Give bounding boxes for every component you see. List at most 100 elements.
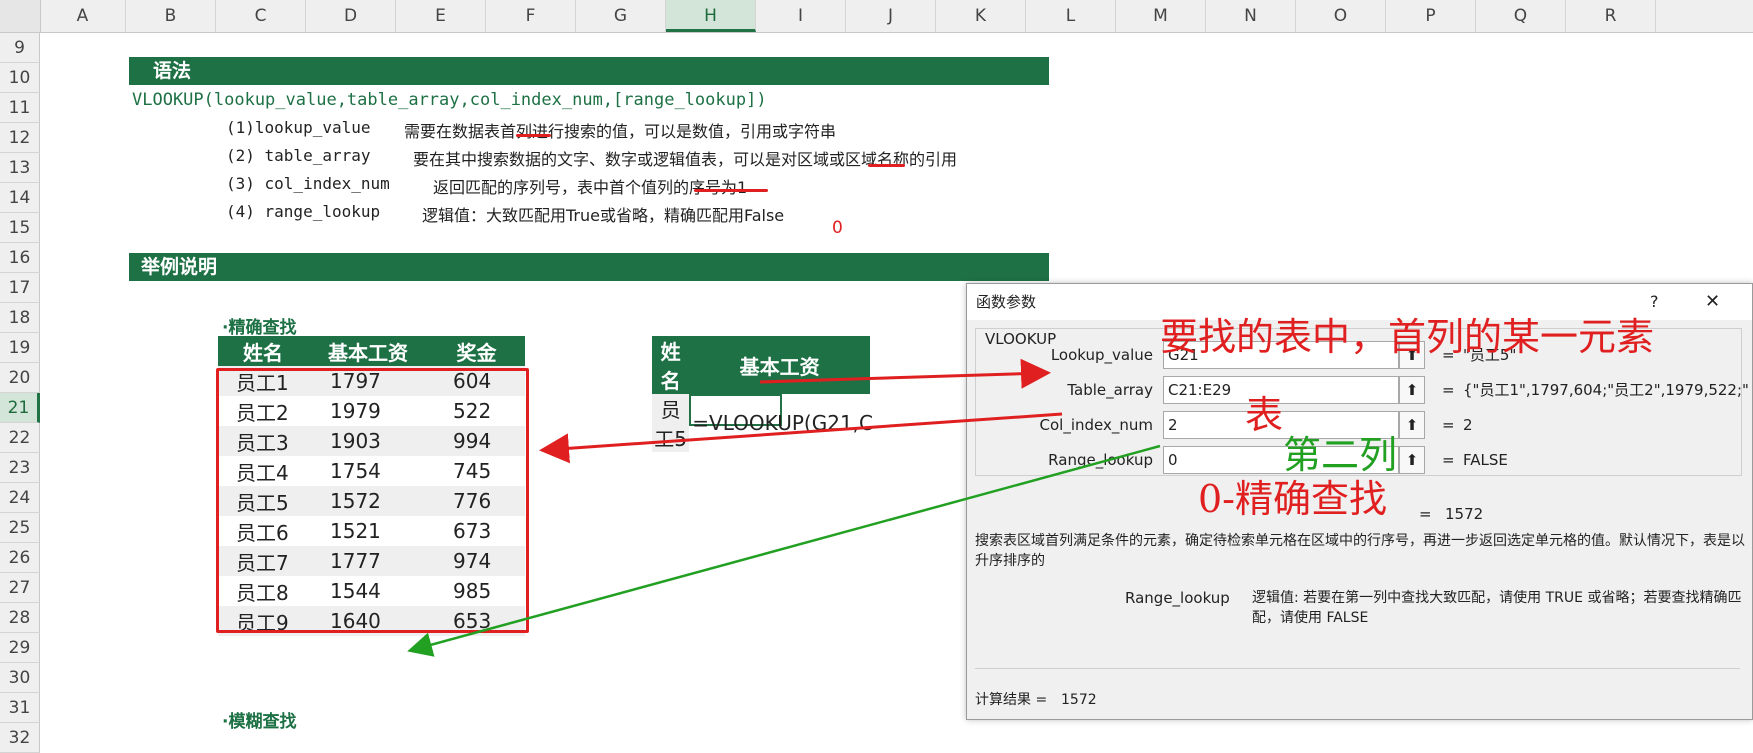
close-icon[interactable]: ✕ bbox=[1705, 284, 1720, 320]
column-header-e[interactable]: E bbox=[396, 0, 486, 32]
result-eq: = bbox=[1419, 505, 1432, 523]
underline-mark bbox=[516, 134, 551, 137]
param-help-text: 逻辑值: 若要在第一列中查找大致匹配，请使用 TRUE 或省略；若要查找精确匹配… bbox=[1252, 590, 1742, 626]
column-header-a[interactable]: A bbox=[40, 0, 126, 32]
range-annotation: 0-精确查找 bbox=[1198, 477, 1388, 521]
calc-result-label: 计算结果 = bbox=[975, 692, 1048, 708]
param-name: (3) col_index_num bbox=[226, 174, 390, 193]
param-desc: 需要在数据表首列进行搜索的值，可以是数值，引用或字符串 bbox=[404, 118, 836, 142]
lookup-annotation: 要找的表中，首列的某一元素 bbox=[1160, 315, 1655, 359]
row-header-15[interactable]: 15 bbox=[0, 213, 40, 243]
formula-syntax: VLOOKUP(lookup_value,table_array,col_ind… bbox=[132, 90, 767, 110]
arg-result: FALSE bbox=[1463, 451, 1508, 469]
table-header-cell: 姓名 bbox=[218, 336, 308, 366]
arg-eq: = bbox=[1442, 451, 1455, 469]
column-header-j[interactable]: J bbox=[846, 0, 936, 32]
arg-result: 2 bbox=[1463, 416, 1473, 434]
table-header-row: 姓名 基本工资 奖金 bbox=[218, 336, 525, 366]
row-header-32[interactable]: 32 bbox=[0, 723, 40, 753]
row-header-18[interactable]: 18 bbox=[0, 303, 40, 333]
zero-mark: 0 bbox=[832, 218, 843, 238]
example-header: 举例说明 bbox=[141, 256, 218, 278]
row-header-20[interactable]: 20 bbox=[0, 363, 40, 393]
row-header-12[interactable]: 12 bbox=[0, 123, 40, 153]
calc-result-value: 1572 bbox=[1061, 692, 1097, 708]
row-header-19[interactable]: 19 bbox=[0, 333, 40, 363]
arg-eq: = bbox=[1442, 381, 1455, 399]
column-header-b[interactable]: B bbox=[126, 0, 216, 32]
syntax-header: 语法 bbox=[153, 60, 192, 82]
column-header-c[interactable]: C bbox=[216, 0, 306, 32]
arg-label: Lookup_value bbox=[1050, 346, 1153, 364]
collapse-dialog-icon[interactable]: ⬆ bbox=[1399, 376, 1425, 404]
divider bbox=[975, 668, 1740, 669]
row-header-13[interactable]: 13 bbox=[0, 153, 40, 183]
column-header-i[interactable]: I bbox=[756, 0, 846, 32]
row-header-29[interactable]: 29 bbox=[0, 633, 40, 663]
param-name: (4) range_lookup bbox=[226, 202, 381, 221]
collapse-dialog-icon[interactable]: ⬆ bbox=[1399, 446, 1425, 474]
row-header-9[interactable]: 9 bbox=[0, 33, 40, 63]
column-header-m[interactable]: M bbox=[1116, 0, 1206, 32]
row-header-28[interactable]: 28 bbox=[0, 603, 40, 633]
row-header-10[interactable]: 10 bbox=[0, 63, 40, 93]
param-desc-part: 要在其中搜索数据的文字、数字或逻辑值表，可以是对 bbox=[413, 150, 798, 169]
row-header-14[interactable]: 14 bbox=[0, 183, 40, 213]
table-header-cell: 奖金 bbox=[428, 336, 525, 366]
column-header-d[interactable]: D bbox=[306, 0, 396, 32]
exact-lookup-label: ·精确查找 bbox=[222, 318, 297, 338]
param-name: (1)lookup_value bbox=[226, 118, 371, 137]
column-header-bar: ABCDEFGHIJKLMNOPQR bbox=[0, 0, 1753, 33]
column-header-g[interactable]: G bbox=[576, 0, 666, 32]
param-name: (2) table_array bbox=[226, 146, 371, 165]
collapse-dialog-icon[interactable]: ⬆ bbox=[1399, 411, 1425, 439]
example-header-band: 举例说明 bbox=[129, 253, 1049, 281]
param-desc-part: 进行搜索的值，可以是数值，引用或字符串 bbox=[532, 122, 837, 141]
row-header-16[interactable]: 16 bbox=[0, 243, 40, 273]
row-header-30[interactable]: 30 bbox=[0, 663, 40, 693]
lookup-name-cell[interactable]: 员工5 bbox=[652, 394, 690, 452]
param-desc-part: 列的序号 bbox=[657, 178, 722, 197]
table-header-cell: 基本工资 bbox=[308, 336, 428, 366]
param-desc-part: 返回匹配的序列号，表中首个值 bbox=[433, 178, 658, 197]
row-header-17[interactable]: 17 bbox=[0, 273, 40, 303]
column-header-p[interactable]: P bbox=[1386, 0, 1476, 32]
underline-mark bbox=[694, 189, 768, 192]
column-header-o[interactable]: O bbox=[1296, 0, 1386, 32]
column-header-q[interactable]: Q bbox=[1476, 0, 1566, 32]
row-header-21[interactable]: 21 bbox=[0, 393, 40, 423]
row-header-22[interactable]: 22 bbox=[0, 423, 40, 453]
column-header-k[interactable]: K bbox=[936, 0, 1026, 32]
param-desc-part: 首列 bbox=[500, 122, 533, 141]
row-header-27[interactable]: 27 bbox=[0, 573, 40, 603]
formula-cell[interactable]: =VLOOKUP(G21,C bbox=[689, 394, 873, 452]
arg-eq: = bbox=[1442, 416, 1455, 434]
lookup-header-name: 姓名 bbox=[652, 336, 690, 394]
syntax-header-band: 语法 bbox=[129, 57, 1049, 85]
row-header-25[interactable]: 25 bbox=[0, 513, 40, 543]
param-help-label: Range_lookup bbox=[1125, 589, 1230, 607]
param-desc: 逻辑值：大致匹配用True或省略，精确匹配用False bbox=[422, 202, 784, 226]
column-header-l[interactable]: L bbox=[1026, 0, 1116, 32]
param-desc-part: 为1 bbox=[721, 178, 748, 197]
row-header-11[interactable]: 11 bbox=[0, 93, 40, 123]
row-header-24[interactable]: 24 bbox=[0, 483, 40, 513]
lookup-table: 姓名 基本工资 员工5 =VLOOKUP(G21,C bbox=[652, 336, 873, 452]
arg-label: Range_lookup bbox=[1048, 451, 1153, 469]
column-header-n[interactable]: N bbox=[1206, 0, 1296, 32]
row-header-31[interactable]: 31 bbox=[0, 693, 40, 723]
column-header-f[interactable]: F bbox=[486, 0, 576, 32]
row-header-23[interactable]: 23 bbox=[0, 453, 40, 483]
column-header-r[interactable]: R bbox=[1566, 0, 1656, 32]
table-annotation: 表 bbox=[1245, 393, 1284, 437]
dialog-title: 函数参数 bbox=[976, 293, 1037, 311]
param-desc-part: 需要在数据表 bbox=[404, 122, 501, 141]
column-header-h[interactable]: H bbox=[666, 0, 756, 32]
formula-cell-text: =VLOOKUP(G21,C bbox=[692, 411, 873, 435]
select-all-corner[interactable] bbox=[0, 0, 41, 32]
param-desc-part: 区域 bbox=[797, 150, 830, 169]
row-header-26[interactable]: 26 bbox=[0, 543, 40, 573]
table-highlight-box bbox=[216, 368, 529, 633]
function-description: 搜索表区域首列满足条件的元素，确定待检索单元格在区域中的行序号，再进一步返回选定… bbox=[975, 533, 1745, 569]
inline-result: 1572 bbox=[1445, 505, 1484, 523]
